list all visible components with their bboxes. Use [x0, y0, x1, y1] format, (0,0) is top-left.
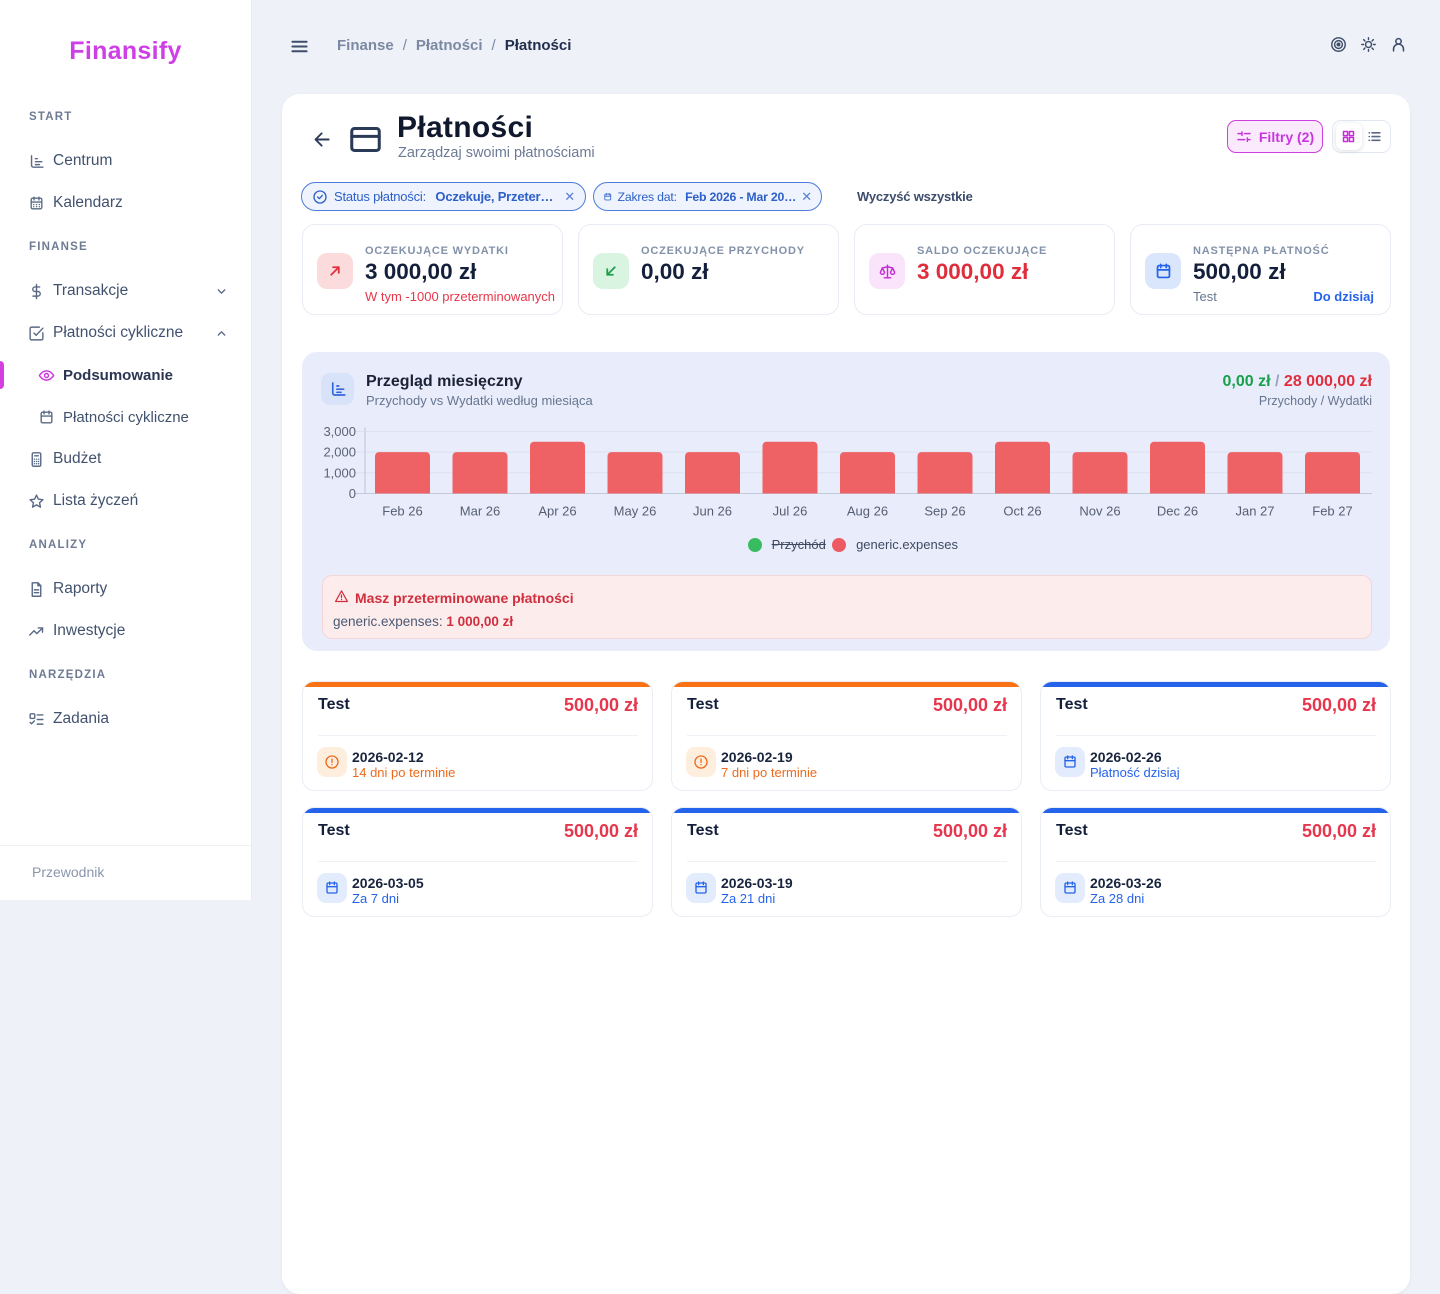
svg-text:1,000: 1,000	[323, 465, 356, 480]
svg-text:Feb 26: Feb 26	[382, 504, 422, 519]
svg-text:Jun 26: Jun 26	[693, 504, 732, 519]
svg-text:0: 0	[349, 486, 356, 501]
svg-text:Jul 26: Jul 26	[773, 504, 808, 519]
svg-text:Oct 26: Oct 26	[1003, 504, 1041, 519]
svg-text:Feb 27: Feb 27	[1312, 504, 1352, 519]
svg-text:3,000: 3,000	[323, 424, 356, 439]
svg-text:Aug 26: Aug 26	[847, 504, 888, 519]
svg-text:2,000: 2,000	[323, 445, 356, 460]
svg-text:Nov 26: Nov 26	[1079, 504, 1120, 519]
svg-text:Apr 26: Apr 26	[538, 504, 576, 519]
svg-text:May 26: May 26	[614, 504, 657, 519]
svg-text:Dec 26: Dec 26	[1157, 504, 1198, 519]
svg-text:Sep 26: Sep 26	[924, 504, 965, 519]
svg-text:Mar 26: Mar 26	[460, 504, 500, 519]
svg-text:Jan 27: Jan 27	[1235, 504, 1274, 519]
